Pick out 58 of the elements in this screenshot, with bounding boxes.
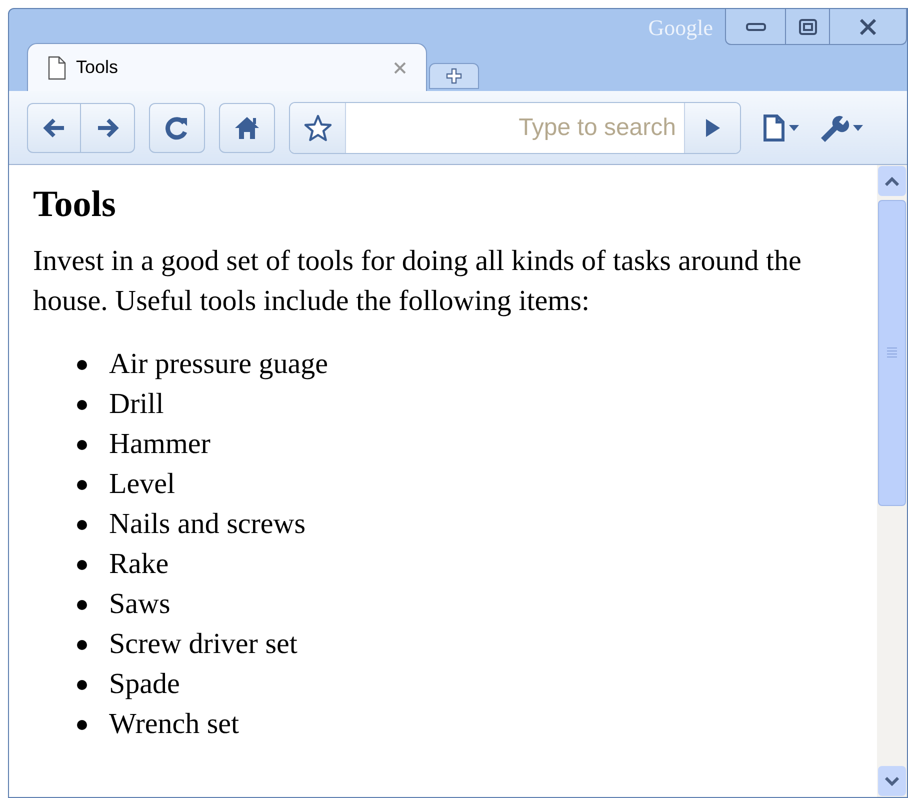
list-item: Hammer <box>109 427 210 462</box>
forward-button[interactable] <box>81 102 135 152</box>
list-item: Saws <box>109 587 170 622</box>
grip-icon <box>887 347 897 359</box>
bullet-icon <box>77 680 87 690</box>
tab-title: Tools <box>76 56 120 79</box>
forward-arrow-icon <box>96 116 120 138</box>
scroll-up-button[interactable] <box>878 166 906 196</box>
bullet-icon <box>77 520 87 530</box>
bullet-icon <box>77 360 87 370</box>
bookmark-button[interactable] <box>290 102 346 152</box>
caret-icon <box>853 124 863 130</box>
intro-paragraph: Invest in a good set of tools for doing all kinds of tasks around the house. Useful tools include the following items: <box>33 244 802 319</box>
back-arrow-icon <box>42 116 66 138</box>
bullet-icon <box>77 560 87 570</box>
page-menu-button[interactable] <box>763 114 799 142</box>
list-item: Rake <box>109 547 169 582</box>
scroll-thumb[interactable] <box>878 200 906 506</box>
down-chevron-icon <box>885 776 899 786</box>
close-icon[interactable] <box>394 62 406 74</box>
wrench-menu-button[interactable] <box>819 114 863 142</box>
caret-icon <box>789 124 799 130</box>
up-chevron-icon <box>885 176 899 186</box>
bullet-icon <box>77 720 87 730</box>
bullet-icon <box>77 440 87 450</box>
reload-button[interactable] <box>149 102 205 152</box>
list-item: Nails and screws <box>109 507 306 542</box>
plus-icon <box>446 68 462 84</box>
bullet-icon <box>77 480 87 490</box>
reload-icon <box>164 114 190 140</box>
minimize-icon <box>746 22 766 32</box>
list-item: Spade <box>109 667 180 702</box>
bullet-icon <box>77 600 87 610</box>
bullet-icon <box>77 400 87 410</box>
list-item: Wrench set <box>109 707 240 742</box>
home-icon <box>234 114 260 140</box>
page-icon <box>763 114 785 142</box>
home-button[interactable] <box>219 102 275 152</box>
address-field[interactable]: Type to search <box>289 102 741 154</box>
list-item: Air pressure guage <box>109 347 328 382</box>
bullet-icon <box>77 640 87 650</box>
scroll-down-button[interactable] <box>878 766 906 796</box>
page-heading: Tools <box>33 183 117 227</box>
wrench-icon <box>819 114 849 142</box>
list-item: Level <box>109 467 176 502</box>
brand-label: Google <box>648 14 713 42</box>
page-icon <box>48 56 66 80</box>
play-icon <box>704 118 720 138</box>
new-tab-button[interactable] <box>429 63 479 89</box>
maximize-icon <box>798 18 816 34</box>
list-item: Drill <box>109 387 164 422</box>
address-input[interactable]: Type to search <box>346 102 684 152</box>
tab[interactable]: Tools <box>27 43 427 91</box>
close-icon <box>859 18 877 34</box>
go-button[interactable] <box>684 102 740 152</box>
list-item: Screw driver set <box>109 627 298 662</box>
star-icon <box>304 114 332 142</box>
back-button[interactable] <box>27 102 81 152</box>
